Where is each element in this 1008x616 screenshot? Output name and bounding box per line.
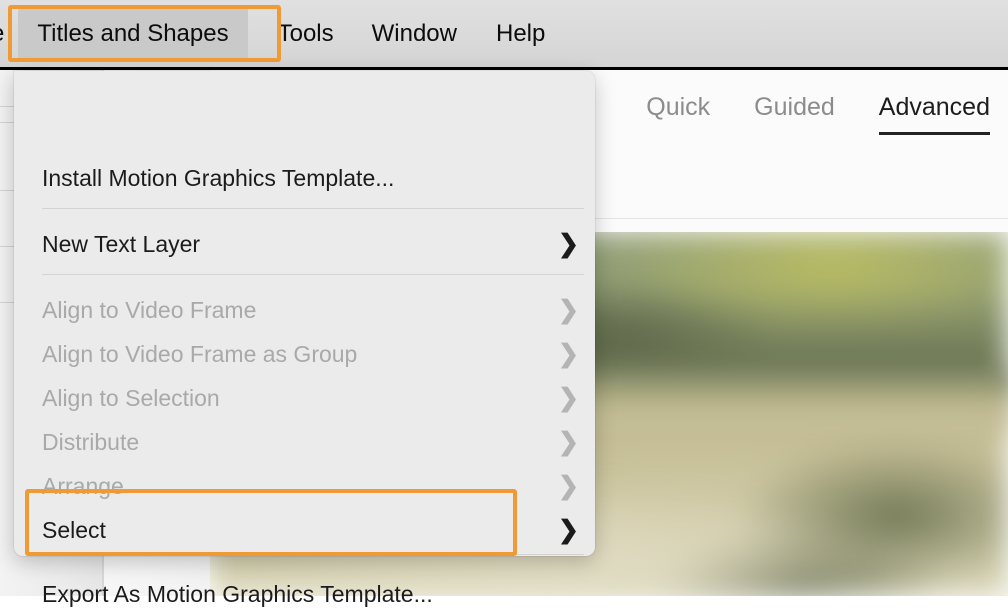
chevron-right-icon: ❯ (558, 232, 579, 257)
menu-item-align-to-video-frame: Align to Video Frame ❯ (14, 288, 595, 332)
menu-separator (42, 554, 584, 555)
menu-item-label: New Text Layer (42, 231, 200, 258)
menubar-item-window[interactable]: Window (372, 6, 457, 62)
menu-item-label: Align to Video Frame (42, 297, 256, 324)
menu-item-label: Align to Selection (42, 385, 220, 412)
menu-separator (42, 274, 584, 275)
chevron-right-icon: ❯ (558, 342, 579, 367)
menu-item-arrange: Arrange ❯ (14, 464, 595, 508)
chevron-right-icon: ❯ (558, 474, 579, 499)
tab-advanced[interactable]: Advanced (879, 93, 990, 126)
menu-bar: e Titles and Shapes Tools Window Help (0, 0, 1008, 68)
menu-item-label: Distribute (42, 429, 139, 456)
menu-item-align-to-selection: Align to Selection ❯ (14, 376, 595, 420)
menu-bar-items: e Titles and Shapes Tools Window Help (0, 0, 545, 68)
menu-item-align-to-video-frame-as-group: Align to Video Frame as Group ❯ (14, 332, 595, 376)
chevron-right-icon: ❯ (558, 386, 579, 411)
menubar-item-truncated[interactable]: e (0, 6, 4, 62)
menu-item-label: Export As Motion Graphics Template... (42, 581, 433, 608)
menubar-item-titles-and-shapes[interactable]: Titles and Shapes (18, 9, 247, 60)
menu-bar-bottom-border (0, 67, 1008, 70)
menu-item-export-as-motion-graphics-template[interactable]: Export As Motion Graphics Template... (14, 572, 595, 616)
menu-item-distribute: Distribute ❯ (14, 420, 595, 464)
chevron-right-icon: ❯ (558, 298, 579, 323)
menu-item-new-text-layer[interactable]: New Text Layer ❯ (14, 222, 595, 266)
chevron-right-icon: ❯ (558, 518, 579, 543)
menu-item-label: Arrange (42, 473, 124, 500)
chevron-right-icon: ❯ (558, 430, 579, 455)
menu-item-label: Align to Video Frame as Group (42, 341, 357, 368)
titles-and-shapes-dropdown-menu: Install Motion Graphics Template... New … (14, 71, 595, 556)
tab-quick[interactable]: Quick (646, 93, 710, 126)
menu-item-select[interactable]: Select ❯ (14, 508, 595, 552)
menu-item-label: Install Motion Graphics Template... (42, 165, 394, 192)
menubar-item-help[interactable]: Help (496, 6, 545, 62)
menubar-item-tools[interactable]: Tools (278, 6, 334, 62)
tab-guided[interactable]: Guided (754, 93, 835, 126)
menu-item-install-motion-graphics-template[interactable]: Install Motion Graphics Template... (14, 156, 595, 200)
menu-item-label: Select (42, 517, 106, 544)
menu-separator (42, 208, 584, 209)
